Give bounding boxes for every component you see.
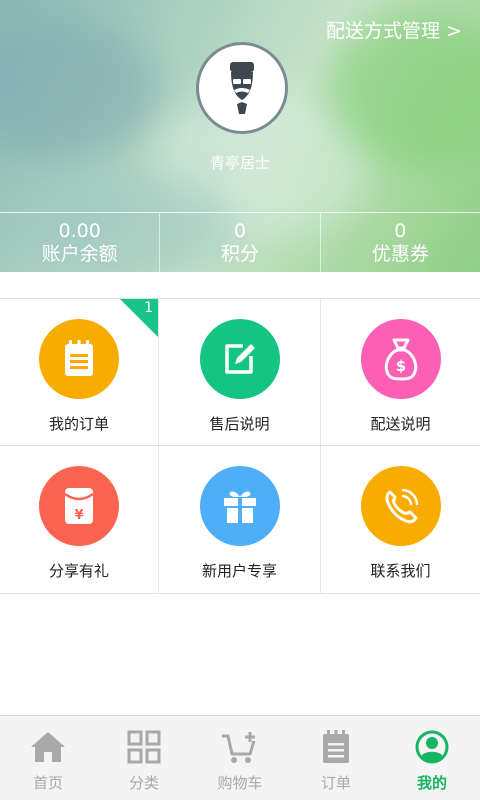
stat-value: 0.00 bbox=[58, 219, 101, 242]
avatar-icon bbox=[230, 62, 254, 114]
stat-label: 积分 bbox=[220, 242, 259, 265]
avatar[interactable] bbox=[196, 42, 288, 134]
tab-category[interactable]: 分类 bbox=[96, 716, 192, 800]
stat-value: 0 bbox=[233, 219, 247, 242]
menu-icon-circle bbox=[360, 466, 441, 546]
menu-icon-circle bbox=[199, 319, 280, 399]
stat-label: 账户余额 bbox=[41, 242, 118, 265]
menu-item-share-reward[interactable]: ¥ 分享有礼 bbox=[0, 446, 159, 594]
svg-text:¥: ¥ bbox=[74, 508, 83, 523]
menu-icon-circle bbox=[199, 466, 280, 546]
tab-label: 购物车 bbox=[217, 774, 263, 792]
stat-balance[interactable]: 0.00 账户余额 bbox=[0, 213, 161, 272]
stat-coupons[interactable]: 0 优惠券 bbox=[321, 213, 480, 272]
tab-cart[interactable]: 购物车 bbox=[192, 716, 288, 800]
svg-text:$: $ bbox=[395, 357, 405, 375]
order-badge-count: 1 bbox=[144, 300, 153, 316]
menu-grid: 1 我的订单 售后说明 $ 配送说明 ¥ 分享有礼 新用户专享 联系我们 bbox=[0, 298, 480, 594]
delivery-management-link[interactable]: 配送方式管理 > bbox=[326, 16, 462, 43]
notepad-icon bbox=[65, 340, 93, 376]
menu-item-contact-us[interactable]: 联系我们 bbox=[321, 446, 480, 594]
tab-mine[interactable]: 我的 bbox=[384, 716, 480, 800]
menu-item-my-orders[interactable]: 1 我的订单 bbox=[0, 299, 159, 446]
cart-icon bbox=[222, 732, 256, 763]
menu-item-label: 新用户专享 bbox=[201, 562, 277, 580]
edit-icon bbox=[224, 344, 255, 374]
menu-item-delivery-info[interactable]: $ 配送说明 bbox=[321, 299, 480, 446]
profile-page: 配送方式管理 > 青亭居士 0.00 账户余额 0 积分 0 优惠券 1 我的订… bbox=[0, 0, 480, 800]
menu-item-label: 配送说明 bbox=[370, 415, 431, 433]
menu-item-label: 联系我们 bbox=[370, 562, 431, 580]
header-bg-blob bbox=[0, 20, 160, 160]
menu-item-after-sales[interactable]: 售后说明 bbox=[159, 299, 321, 446]
bottom-tab-bar: 首页 分类 购物车 订单 我的 bbox=[0, 715, 480, 800]
menu-icon-circle bbox=[39, 319, 119, 399]
menu-item-label: 我的订单 bbox=[48, 415, 109, 433]
username: 青亭居士 bbox=[209, 154, 270, 172]
account-stats: 0.00 账户余额 0 积分 0 优惠券 bbox=[0, 212, 480, 272]
tab-orders[interactable]: 订单 bbox=[288, 716, 384, 800]
home-icon bbox=[31, 732, 65, 762]
red-envelope-icon: ¥ bbox=[64, 488, 94, 524]
menu-item-label: 售后说明 bbox=[209, 415, 270, 433]
profile-header: 配送方式管理 > 青亭居士 0.00 账户余额 0 积分 0 优惠券 bbox=[0, 0, 480, 272]
order-icon bbox=[323, 730, 349, 763]
menu-item-label: 分享有礼 bbox=[48, 562, 109, 580]
stat-label: 优惠券 bbox=[371, 242, 429, 265]
tab-label: 订单 bbox=[320, 774, 351, 792]
menu-icon-circle: ¥ bbox=[39, 466, 119, 546]
tab-label: 分类 bbox=[128, 774, 159, 792]
tab-label: 首页 bbox=[32, 774, 63, 792]
user-icon bbox=[415, 730, 449, 764]
gift-icon bbox=[223, 491, 256, 523]
phone-icon bbox=[384, 488, 418, 524]
money-bag-icon: $ bbox=[384, 338, 417, 381]
stat-points[interactable]: 0 积分 bbox=[160, 213, 321, 272]
tab-label: 我的 bbox=[416, 774, 447, 792]
menu-icon-circle: $ bbox=[360, 319, 441, 399]
tab-home[interactable]: 首页 bbox=[0, 716, 96, 800]
category-grid-icon bbox=[127, 730, 161, 764]
menu-item-new-user[interactable]: 新用户专享 bbox=[159, 446, 321, 594]
stat-value: 0 bbox=[394, 219, 407, 242]
